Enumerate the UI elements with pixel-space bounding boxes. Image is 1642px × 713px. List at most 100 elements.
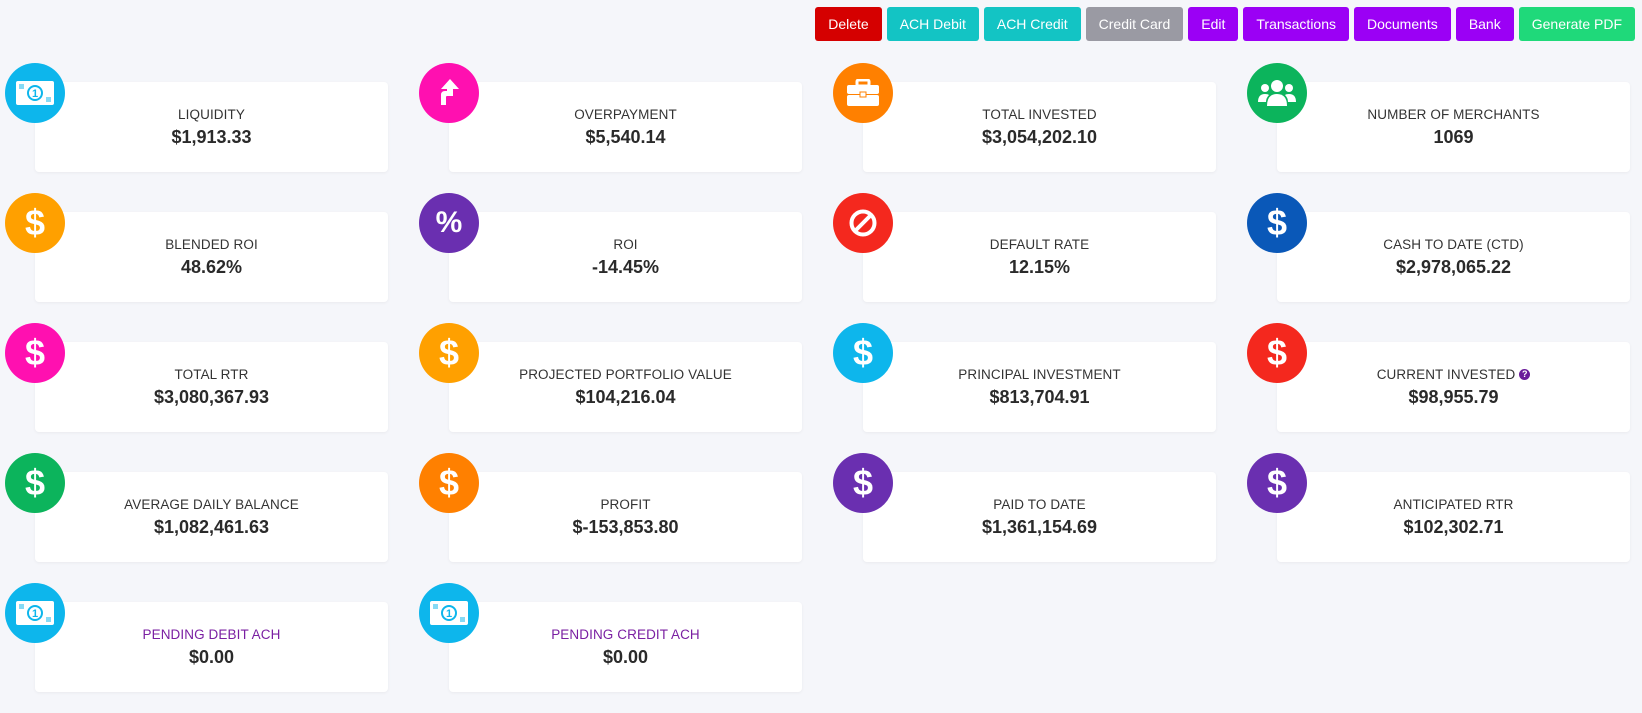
stat-label: LIQUIDITY bbox=[178, 107, 245, 122]
stat-label: TOTAL INVESTED bbox=[982, 107, 1096, 122]
money-bill-icon-glyph: 1 bbox=[430, 601, 468, 625]
edit-button[interactable]: Edit bbox=[1188, 7, 1239, 41]
stat-card-average-daily-balance: AVERAGE DAILY BALANCE $1,082,461.63 $ bbox=[3, 453, 388, 583]
stat-value: $1,361,154.69 bbox=[981, 516, 1098, 537]
stat-card-body: DEFAULT RATE 12.15% bbox=[863, 212, 1216, 302]
dollar-icon-glyph: $ bbox=[1266, 462, 1288, 503]
percent-icon-glyph: % bbox=[435, 206, 463, 239]
stat-card-pending-credit-ach: PENDING CREDIT ACH $0.00 1 bbox=[417, 583, 802, 713]
stat-card-body: CURRENT INVESTED? $98,955.79 bbox=[1277, 342, 1630, 432]
stat-label: PENDING DEBIT ACH bbox=[143, 627, 281, 642]
stat-label-text: AVERAGE DAILY BALANCE bbox=[124, 496, 299, 512]
dollar-icon-glyph: $ bbox=[1266, 332, 1288, 373]
stat-card-projected-portfolio-value: PROJECTED PORTFOLIO VALUE $104,216.04 $ bbox=[417, 323, 802, 453]
stat-card-overpayment: OVERPAYMENT $5,540.14 bbox=[417, 63, 802, 193]
generate-pdf-button[interactable]: Generate PDF bbox=[1518, 7, 1635, 41]
ach-credit-button[interactable]: ACH Credit bbox=[983, 7, 1081, 41]
stat-label-text: DEFAULT RATE bbox=[989, 236, 1090, 252]
stat-value: $2,978,065.22 bbox=[1395, 256, 1512, 277]
stat-value: $813,704.91 bbox=[989, 386, 1090, 407]
briefcase-icon bbox=[833, 63, 893, 123]
svg-text:1: 1 bbox=[32, 608, 38, 620]
stat-label-text: BLENDED ROI bbox=[165, 236, 258, 252]
stat-value: $1,913.33 bbox=[171, 126, 252, 147]
stat-label-text: PENDING CREDIT ACH bbox=[551, 626, 700, 642]
dollar-icon: $ bbox=[1247, 323, 1307, 383]
stat-card-body: PAID TO DATE $1,361,154.69 bbox=[863, 472, 1216, 562]
stat-value: $102,302.71 bbox=[1403, 516, 1504, 537]
percent-icon: % bbox=[419, 193, 479, 253]
stat-label: CURRENT INVESTED? bbox=[1377, 367, 1531, 382]
ach-debit-button[interactable]: ACH Debit bbox=[886, 7, 979, 41]
ban-icon bbox=[833, 193, 893, 253]
stat-label-text: CASH TO DATE (CTD) bbox=[1383, 236, 1524, 252]
stat-value: $-153,853.80 bbox=[572, 516, 679, 537]
stat-card-body: PENDING CREDIT ACH $0.00 bbox=[449, 602, 802, 692]
stat-label: DEFAULT RATE bbox=[990, 237, 1089, 252]
stat-value: $5,540.14 bbox=[585, 126, 666, 147]
transactions-button[interactable]: Transactions bbox=[1243, 7, 1349, 41]
stat-card-total-invested: TOTAL INVESTED $3,054,202.10 bbox=[831, 63, 1216, 193]
money-bill-icon: 1 bbox=[5, 63, 65, 123]
dollar-icon-glyph: $ bbox=[24, 202, 46, 243]
money-bill-icon: 1 bbox=[5, 583, 65, 643]
credit-card-button[interactable]: Credit Card bbox=[1085, 7, 1184, 41]
stat-label-text: PRINCIPAL INVESTMENT bbox=[958, 366, 1121, 382]
stat-card-body: LIQUIDITY $1,913.33 bbox=[35, 82, 388, 172]
stat-card-profit: PROFIT $-153,853.80 $ bbox=[417, 453, 802, 583]
stat-card-body: OVERPAYMENT $5,540.14 bbox=[449, 82, 802, 172]
stat-value: $104,216.04 bbox=[575, 386, 676, 407]
stat-card-body: CASH TO DATE (CTD) $2,978,065.22 bbox=[1277, 212, 1630, 302]
stat-label-text: ROI bbox=[613, 236, 638, 252]
help-icon[interactable]: ? bbox=[1519, 368, 1531, 380]
stat-label: PRINCIPAL INVESTMENT bbox=[958, 367, 1121, 382]
stat-card-current-invested: CURRENT INVESTED? $98,955.79 $ bbox=[1245, 323, 1630, 453]
documents-button[interactable]: Documents bbox=[1354, 7, 1451, 41]
dollar-icon-glyph: $ bbox=[438, 332, 460, 373]
stat-card-body: NUMBER OF MERCHANTS 1069 bbox=[1277, 82, 1630, 172]
dollar-icon: $ bbox=[1247, 193, 1307, 253]
stat-label: ROI bbox=[613, 237, 637, 252]
dollar-icon: $ bbox=[1247, 453, 1307, 513]
stat-value: -14.45% bbox=[591, 256, 660, 277]
stat-label: AVERAGE DAILY BALANCE bbox=[124, 497, 299, 512]
stat-card-pending-debit-ach: PENDING DEBIT ACH $0.00 1 bbox=[3, 583, 388, 713]
stat-label: OVERPAYMENT bbox=[574, 107, 677, 122]
stat-card-body: BLENDED ROI 48.62% bbox=[35, 212, 388, 302]
bank-button[interactable]: Bank bbox=[1455, 7, 1514, 41]
stat-card-principal-investment: PRINCIPAL INVESTMENT $813,704.91 $ bbox=[831, 323, 1216, 453]
stat-value: 48.62% bbox=[180, 256, 243, 277]
stat-label-text: PROJECTED PORTFOLIO VALUE bbox=[519, 366, 732, 382]
stats-grid: LIQUIDITY $1,913.33 1 OVERPAYMENT $5,540.14 T… bbox=[3, 63, 1630, 713]
stat-label-text: PENDING DEBIT ACH bbox=[142, 626, 281, 642]
svg-text:1: 1 bbox=[446, 608, 452, 620]
stat-label: PROJECTED PORTFOLIO VALUE bbox=[519, 367, 732, 382]
arrow-up-icon bbox=[419, 63, 479, 123]
stat-card-blended-roi: BLENDED ROI 48.62% $ bbox=[3, 193, 388, 323]
stat-label: BLENDED ROI bbox=[165, 237, 258, 252]
stat-label: NUMBER OF MERCHANTS bbox=[1367, 107, 1539, 122]
dollar-icon: $ bbox=[833, 323, 893, 383]
stat-card-total-rtr: TOTAL RTR $3,080,367.93 $ bbox=[3, 323, 388, 453]
stat-card-body: TOTAL INVESTED $3,054,202.10 bbox=[863, 82, 1216, 172]
money-bill-icon-glyph: 1 bbox=[16, 601, 54, 625]
stat-label: ANTICIPATED RTR bbox=[1393, 497, 1513, 512]
stat-card-body: PENDING DEBIT ACH $0.00 bbox=[35, 602, 388, 692]
stat-card-body: AVERAGE DAILY BALANCE $1,082,461.63 bbox=[35, 472, 388, 562]
dollar-icon: $ bbox=[419, 453, 479, 513]
dollar-icon: $ bbox=[833, 453, 893, 513]
dollar-icon-glyph: $ bbox=[1266, 202, 1288, 243]
briefcase-icon-glyph bbox=[847, 79, 879, 106]
stat-label-text: PAID TO DATE bbox=[993, 496, 1086, 512]
stat-card-paid-to-date: PAID TO DATE $1,361,154.69 $ bbox=[831, 453, 1216, 583]
stat-card-cash-to-date-ctd: CASH TO DATE (CTD) $2,978,065.22 $ bbox=[1245, 193, 1630, 323]
stat-label: PROFIT bbox=[600, 497, 650, 512]
delete-button[interactable]: Delete bbox=[815, 7, 882, 41]
stat-label-text: OVERPAYMENT bbox=[574, 106, 677, 122]
stat-card-liquidity: LIQUIDITY $1,913.33 1 bbox=[3, 63, 388, 193]
stat-card-body: ROI -14.45% bbox=[449, 212, 802, 302]
stat-value: 12.15% bbox=[1008, 256, 1071, 277]
stat-label-text: TOTAL INVESTED bbox=[982, 106, 1097, 122]
money-bill-icon: 1 bbox=[419, 583, 479, 643]
dollar-icon-glyph: $ bbox=[852, 462, 874, 503]
